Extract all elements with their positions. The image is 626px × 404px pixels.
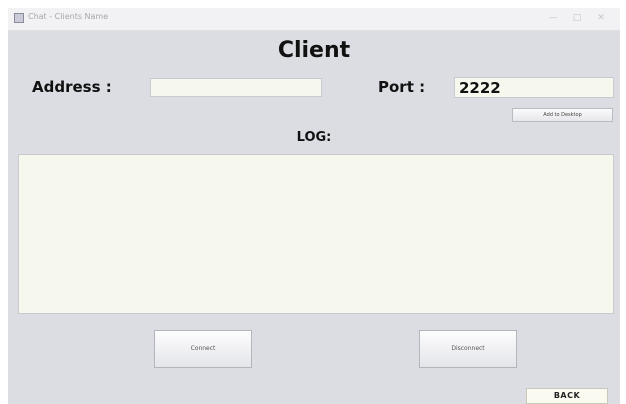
minimize-icon[interactable]: — (546, 12, 560, 24)
connect-button[interactable]: Connect (154, 330, 252, 368)
disconnect-button[interactable]: Disconnect (419, 330, 517, 368)
port-input[interactable] (454, 77, 614, 98)
address-input[interactable] (150, 78, 322, 97)
app-icon (14, 13, 24, 23)
page-title: Client (277, 38, 351, 63)
add-to-desktop-button[interactable]: Add to Desktop (512, 108, 613, 122)
close-icon[interactable]: ✕ (594, 12, 608, 24)
back-button[interactable]: BACK (526, 388, 608, 404)
title-bar: Chat - Clients Name — □ ✕ (8, 8, 620, 31)
port-label: Port : (378, 78, 426, 96)
address-label: Address : (32, 78, 112, 96)
maximize-icon[interactable]: □ (570, 12, 584, 24)
log-label: LOG: (296, 130, 332, 145)
client-window: Chat - Clients Name — □ ✕ Client Address… (8, 8, 620, 404)
window-title: Chat - Clients Name (28, 12, 109, 21)
log-textarea[interactable] (18, 154, 614, 314)
